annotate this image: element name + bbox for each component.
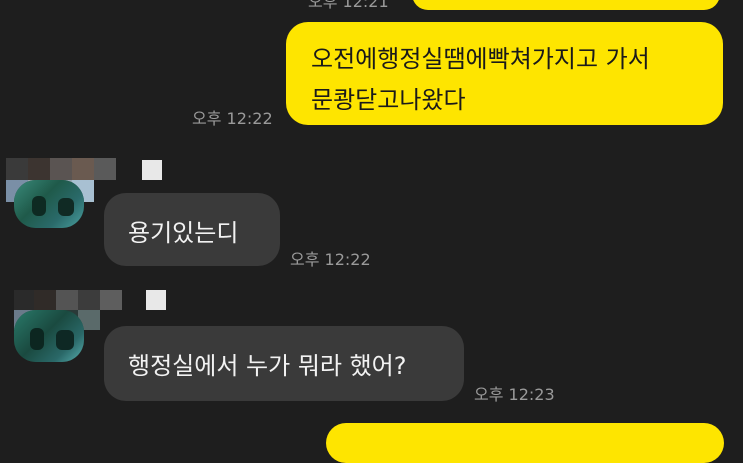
message-text: 용기있는디 <box>128 219 239 247</box>
message-timestamp: 오후 12:21 <box>308 0 389 11</box>
outgoing-bubble-partial[interactable] <box>412 0 720 10</box>
avatar[interactable] <box>14 310 84 362</box>
outgoing-message-bubble[interactable]: 오전에행정실땜에빡쳐가지고 가서 문쾅닫고나왔다 <box>286 22 723 125</box>
message-timestamp: 오후 12:22 <box>290 250 371 269</box>
message-text-line-2: 문쾅닫고나왔다 <box>311 86 466 114</box>
incoming-message-bubble[interactable]: 용기있는디 <box>104 193 280 266</box>
outgoing-bubble-partial[interactable] <box>326 423 724 463</box>
message-timestamp: 오후 12:22 <box>192 109 273 128</box>
avatar[interactable] <box>14 180 84 228</box>
message-text: 행정실에서 누가 뭐라 했어? <box>128 352 407 380</box>
message-text-line-1: 오전에행정실땜에빡쳐가지고 가서 <box>311 45 650 73</box>
message-timestamp: 오후 12:23 <box>474 385 555 404</box>
incoming-message-bubble[interactable]: 행정실에서 누가 뭐라 했어? <box>104 326 464 401</box>
